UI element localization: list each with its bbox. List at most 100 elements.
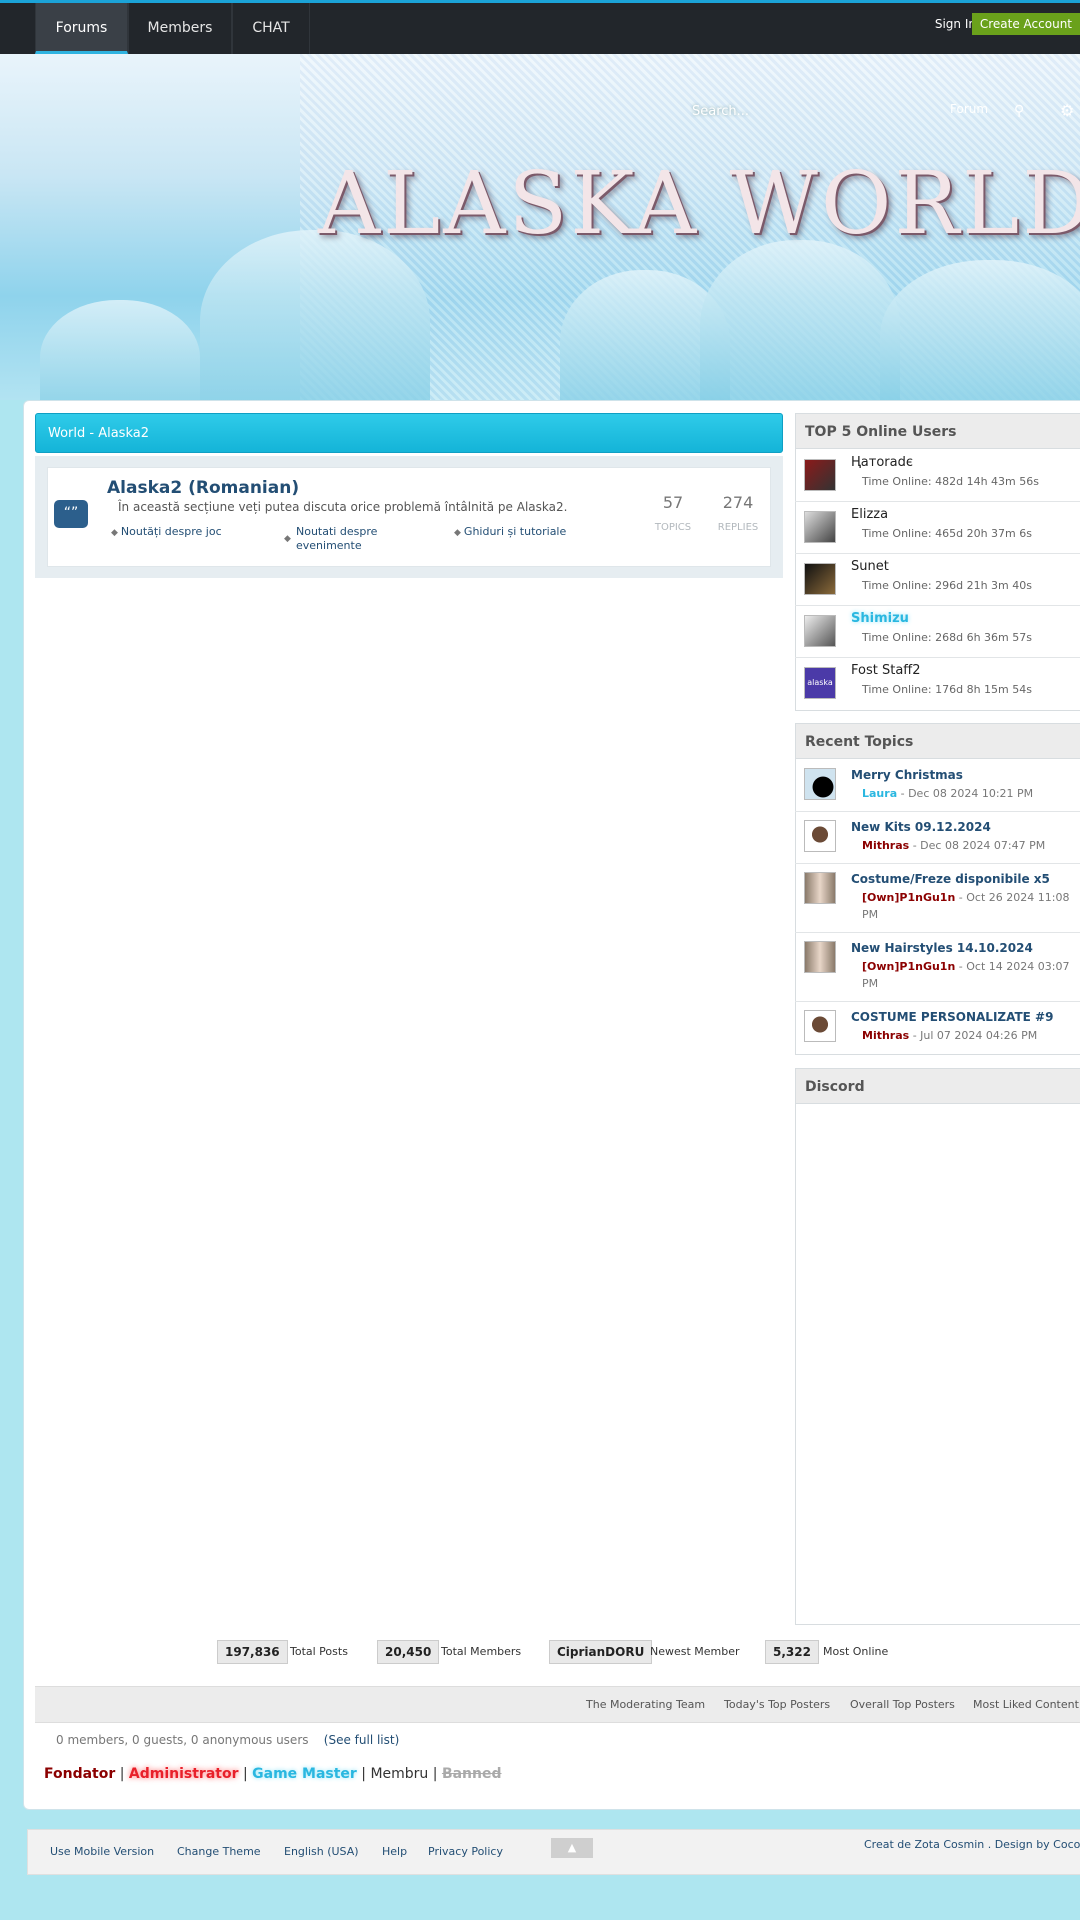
forum-description: În această secțiune veți putea discuta o… <box>118 500 568 514</box>
avatar[interactable] <box>804 872 836 904</box>
forum-replies-label: REPLIES <box>717 522 759 533</box>
most-online-value: 5,322 <box>765 1640 819 1664</box>
topic-title-link[interactable]: New Hairstyles 14.10.2024 <box>851 941 1033 955</box>
diamond-icon: ◆ <box>454 528 461 538</box>
user-name[interactable]: Shimizu <box>851 611 909 626</box>
search-input[interactable]: Search... <box>692 104 749 119</box>
most-online-label: Most Online <box>823 1645 889 1658</box>
footer-credit: Creat de Zota Cosmin . Design by Cocolin… <box>864 1838 1080 1851</box>
recent-topic-row[interactable]: New Hairstyles 14.10.2024 [Own]P1nGu1n -… <box>795 933 1080 1002</box>
avatar[interactable] <box>804 1010 836 1042</box>
user-time-online: Time Online: 268d 6h 36m 57s <box>862 631 1032 644</box>
topic-meta: Mithras - Jul 07 2024 04:26 PM <box>862 1029 1038 1042</box>
topic-title-link[interactable]: Merry Christmas <box>851 768 963 782</box>
user-row[interactable]: Ңатoradє Time Online: 482d 14h 43m 56s <box>795 450 1080 502</box>
category-header[interactable]: World - Alaska2 <box>35 413 783 453</box>
topic-title-link[interactable]: COSTUME PERSONALIZATE #9 <box>851 1010 1053 1024</box>
topic-title-link[interactable]: Costume/Freze disponibile x5 <box>851 872 1050 886</box>
banner-tree <box>200 230 430 400</box>
topic-meta: Laura - Dec 08 2024 10:21 PM <box>862 787 1034 800</box>
avatar[interactable] <box>804 563 836 595</box>
tab-chat[interactable]: CHAT <box>232 3 310 54</box>
user-time-online: Time Online: 296d 21h 3m 40s <box>862 579 1032 592</box>
see-full-list-link[interactable]: (See full list) <box>324 1733 400 1747</box>
topic-author-link[interactable]: Mithras <box>862 839 909 852</box>
forum-replies-count: 274 <box>722 493 754 512</box>
forum-title-link[interactable]: Alaska2 (Romanian) <box>107 478 299 498</box>
help-link[interactable]: Help <box>382 1845 407 1858</box>
topic-meta: Mithras - Dec 08 2024 07:47 PM <box>862 839 1046 852</box>
subforum-link[interactable]: ◆ Ghiduri și tutoriale <box>454 525 566 540</box>
avatar[interactable]: alaska <box>804 667 836 699</box>
forum-topics-label: TOPICS <box>654 522 692 533</box>
change-theme-link[interactable]: Change Theme <box>177 1845 261 1858</box>
back-to-top-button[interactable]: ▲ <box>551 1838 593 1858</box>
recent-topics-header: Recent Topics <box>795 723 1080 759</box>
overall-top-posters-link[interactable]: Overall Top Posters <box>850 1698 955 1711</box>
discord-header: Discord <box>795 1068 1080 1104</box>
total-posts-value: 197,836 <box>217 1640 288 1664</box>
recent-topic-row[interactable]: Merry Christmas Laura - Dec 08 2024 10:2… <box>795 760 1080 812</box>
topic-author-link[interactable]: [Own]P1nGu1n <box>862 960 955 973</box>
language-link[interactable]: English (USA) <box>284 1845 359 1858</box>
board-links-bar: The Moderating Team Today's Top Posters … <box>35 1686 1080 1723</box>
recent-topic-row[interactable]: COSTUME PERSONALIZATE #9 Mithras - Jul 0… <box>795 1002 1080 1055</box>
legend-membru: Membru <box>370 1766 429 1782</box>
create-account-button[interactable]: Create Account <box>971 13 1080 35</box>
user-row[interactable]: Elizza Time Online: 465d 20h 37m 6s <box>795 502 1080 554</box>
mobile-version-link[interactable]: Use Mobile Version <box>50 1845 154 1858</box>
avatar[interactable] <box>804 820 836 852</box>
tab-forums[interactable]: Forums <box>35 3 128 54</box>
user-name[interactable]: Fost Staff2 <box>851 663 921 678</box>
diamond-icon: ◆ <box>111 528 118 538</box>
todays-top-posters-link[interactable]: Today's Top Posters <box>724 1698 830 1711</box>
forum-chat-icon: “” <box>54 500 88 528</box>
banner-tree <box>700 240 900 400</box>
avatar[interactable] <box>804 941 836 973</box>
total-members-label: Total Members <box>441 1645 522 1658</box>
legend-banned: Banned <box>441 1766 502 1782</box>
legend-administrator: Administrator <box>128 1766 239 1782</box>
avatar[interactable] <box>804 615 836 647</box>
avatar[interactable] <box>804 768 836 800</box>
user-time-online: Time Online: 465d 20h 37m 6s <box>862 527 1032 540</box>
user-time-online: Time Online: 482d 14h 43m 56s <box>862 475 1039 488</box>
privacy-policy-link[interactable]: Privacy Policy <box>428 1845 503 1858</box>
user-time-online: Time Online: 176d 8h 15m 54s <box>862 683 1032 696</box>
avatar[interactable] <box>804 459 836 491</box>
most-liked-content-link[interactable]: Most Liked Content <box>973 1698 1079 1711</box>
topic-author-link[interactable]: [Own]P1nGu1n <box>862 891 955 904</box>
topic-author-link[interactable]: Laura <box>862 787 897 800</box>
topic-author-link[interactable]: Mithras <box>862 1029 909 1042</box>
divider <box>35 1722 1080 1723</box>
topic-title-link[interactable]: New Kits 09.12.2024 <box>851 820 991 834</box>
tab-members[interactable]: Members <box>128 3 232 54</box>
user-row[interactable]: alaska Fost Staff2 Time Online: 176d 8h … <box>795 658 1080 710</box>
sign-in-link[interactable]: Sign In <box>935 17 976 31</box>
top-users-header: TOP 5 Online Users <box>795 413 1080 449</box>
user-row[interactable]: Sunet Time Online: 296d 21h 3m 40s <box>795 554 1080 606</box>
top-navbar: Forums Members CHAT Sign In Create Accou… <box>0 0 1080 54</box>
group-legend: Fondator | Administrator | Game Master |… <box>44 1766 502 1782</box>
legend-fondator: Fondator <box>44 1766 116 1782</box>
recent-topic-row[interactable]: New Kits 09.12.2024 Mithras - Dec 08 202… <box>795 812 1080 864</box>
newest-member-link[interactable]: CiprianDORU <box>549 1640 653 1664</box>
topic-meta: [Own]P1nGu1n - Oct 14 2024 03:07 PM <box>862 960 1070 990</box>
user-row[interactable]: Shimizu Time Online: 268d 6h 36m 57s <box>795 606 1080 658</box>
moderating-team-link[interactable]: The Moderating Team <box>586 1698 705 1711</box>
diamond-icon: ◆ <box>284 534 291 544</box>
search-scope-select[interactable]: Forum <box>950 102 988 116</box>
topic-meta: [Own]P1nGu1n - Oct 26 2024 11:08 PM <box>862 891 1070 921</box>
user-name[interactable]: Ңатoradє <box>851 455 913 470</box>
header-banner: Search... Forum ⚲ ⚙ ALASKA WORLD <box>0 54 1080 400</box>
search-icon[interactable]: ⚲ <box>1014 103 1024 119</box>
avatar[interactable] <box>804 511 836 543</box>
subforum-link[interactable]: ◆ Noutati despre evenimente <box>284 525 384 553</box>
user-name[interactable]: Elizza <box>851 507 888 522</box>
recent-topic-row[interactable]: Costume/Freze disponibile x5 [Own]P1nGu1… <box>795 864 1080 933</box>
gear-icon[interactable]: ⚙ <box>1060 101 1074 120</box>
online-users-summary: 0 members, 0 guests, 0 anonymous users (… <box>56 1733 400 1747</box>
user-name[interactable]: Sunet <box>851 559 889 574</box>
site-logo-title[interactable]: ALASKA WORLD <box>318 154 1080 254</box>
subforum-link[interactable]: ◆ Noutăți despre joc <box>111 525 222 540</box>
